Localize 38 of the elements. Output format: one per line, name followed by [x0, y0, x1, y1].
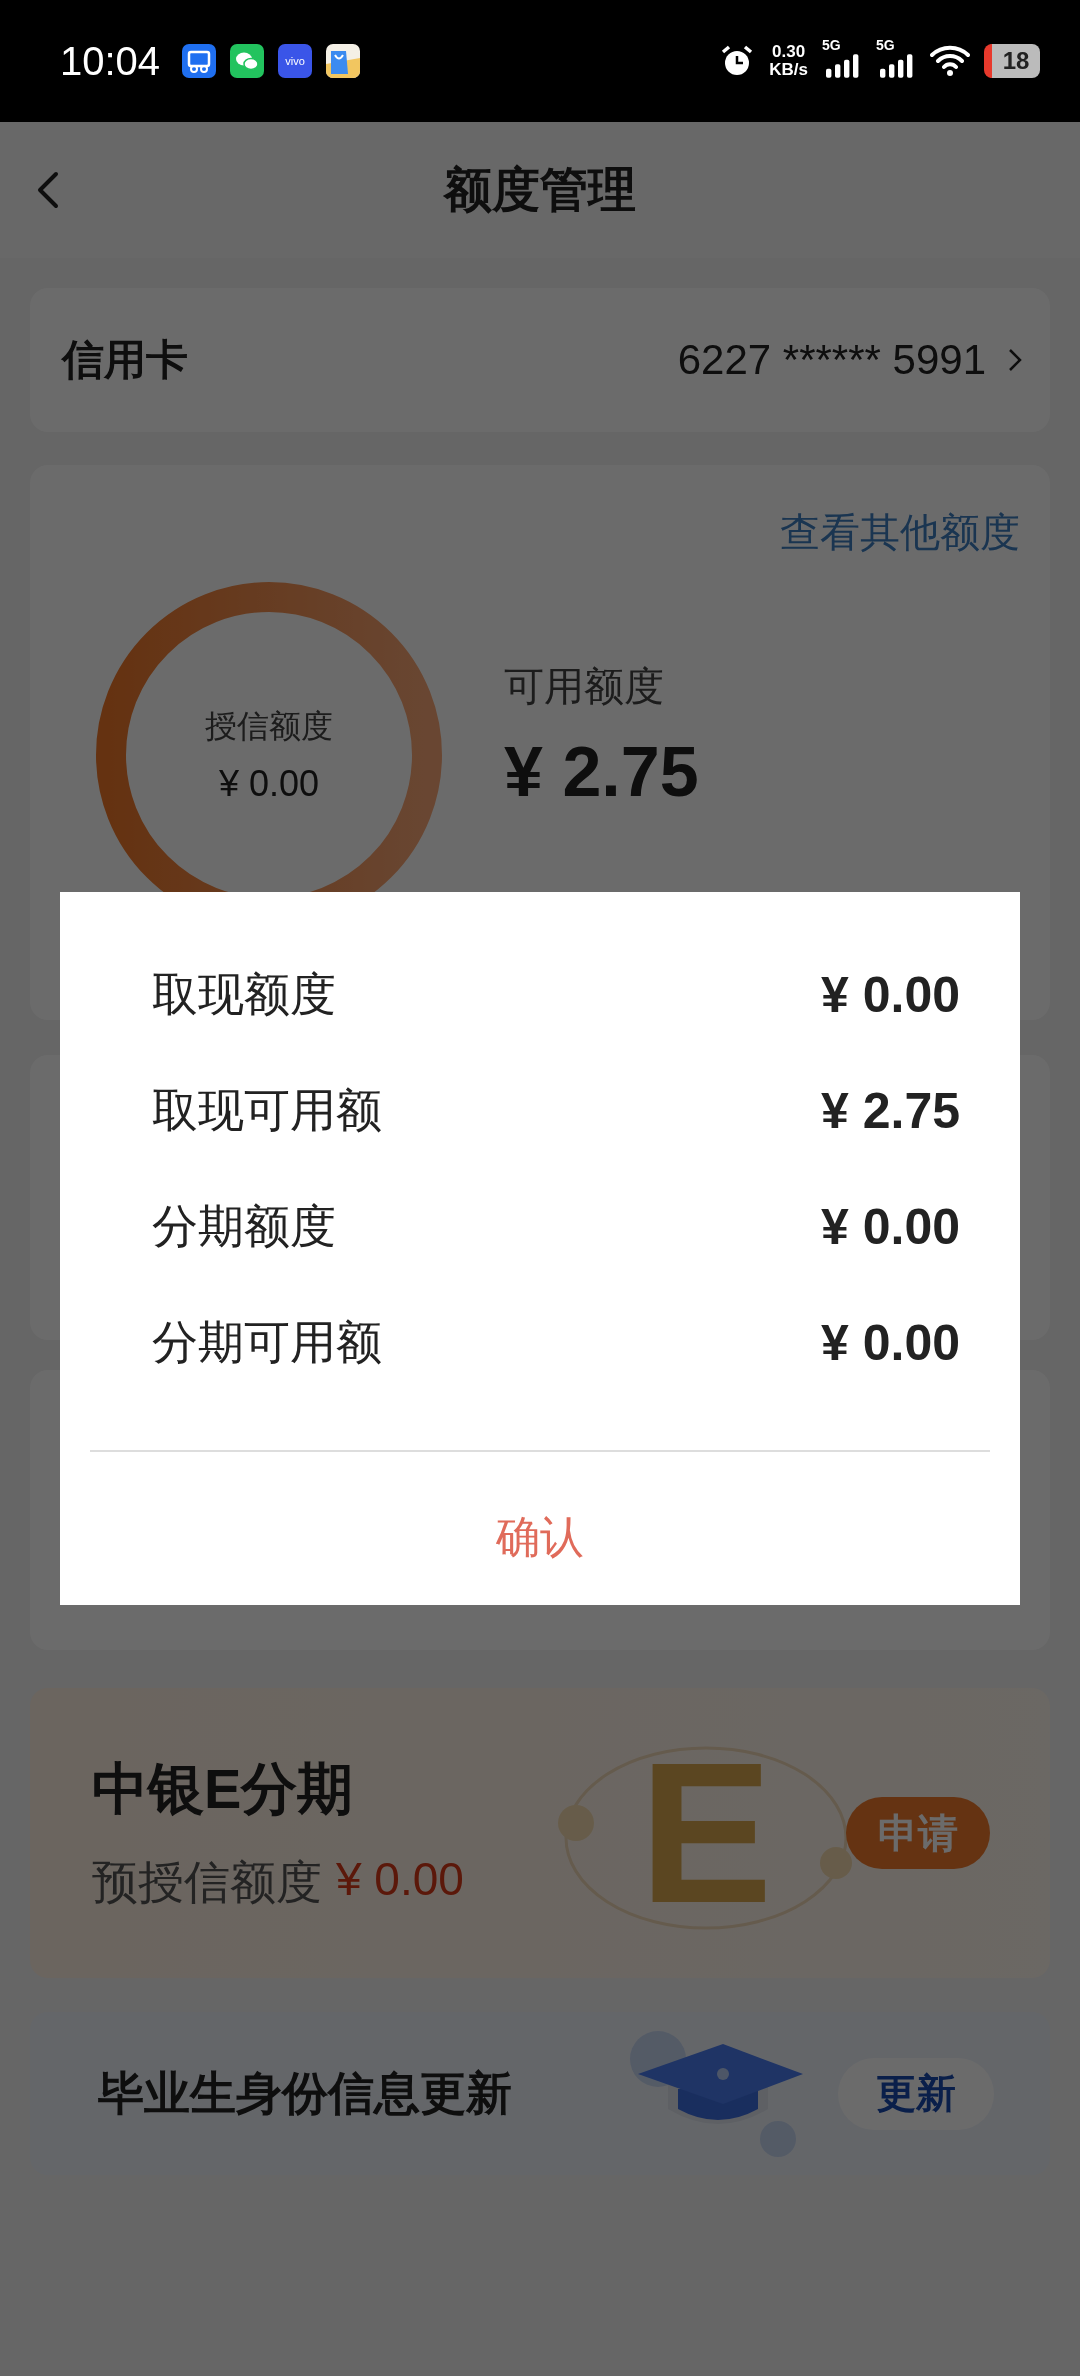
- status-time: 10:04: [60, 38, 161, 84]
- battery-indicator: 18: [984, 44, 1040, 78]
- decorative-letter: E: [639, 1733, 773, 1933]
- credit-card-row[interactable]: 信用卡 6227 ****** 5991: [30, 288, 1050, 432]
- quota-amount: ¥ 0.00: [821, 1198, 960, 1256]
- page-title: 额度管理: [444, 162, 636, 218]
- pre-approved-label: 预授信额度: [92, 1855, 322, 1910]
- quota-type-label: 分期可用额: [152, 1315, 382, 1370]
- graduate-update-title: 毕业生身份信息更新: [98, 2065, 513, 2121]
- promo-title: 中银E分期: [92, 1756, 355, 1822]
- quota-amount: ¥ 0.00: [821, 966, 960, 1024]
- available-limit-label: 可用额度: [504, 662, 665, 710]
- confirm-button[interactable]: 确认: [476, 1498, 604, 1577]
- available-limit-value: ¥ 2.75: [504, 731, 699, 812]
- update-button[interactable]: 更新: [838, 2057, 994, 2130]
- quota-type-label: 取现可用额: [152, 1083, 382, 1138]
- back-icon[interactable]: [36, 170, 60, 210]
- apply-button[interactable]: 申请: [846, 1797, 990, 1869]
- quota-amount: ¥ 0.00: [821, 1314, 960, 1372]
- shopping-bag-icon: [326, 44, 361, 78]
- wifi-icon: [930, 45, 970, 77]
- quota-amount: ¥ 2.75: [821, 1082, 960, 1140]
- quota-type-label: 取现额度: [152, 967, 336, 1022]
- card-type-label: 信用卡: [62, 335, 188, 385]
- card-number: 6227 ****** 5991: [677, 336, 986, 384]
- network-type: 5G: [822, 37, 841, 53]
- screen-capture-icon: [182, 44, 217, 78]
- chevron-right-icon: [1008, 348, 1022, 372]
- pre-approved-amount: ¥ 0.00: [336, 1852, 464, 1907]
- other-quota-link[interactable]: 查看其他额度: [780, 505, 1020, 560]
- credit-limit-value: ¥ 0.00: [218, 763, 320, 805]
- quota-type-label: 分期额度: [152, 1199, 336, 1254]
- network-type: 5G: [876, 37, 895, 53]
- network-speed-unit: KB/s: [769, 61, 808, 79]
- network-speed: 0.30: [772, 43, 806, 61]
- chat-bubbles-icon: [230, 44, 265, 78]
- vivo-app-icon: vivo: [278, 44, 313, 78]
- credit-limit-label: 授信额度: [205, 707, 333, 746]
